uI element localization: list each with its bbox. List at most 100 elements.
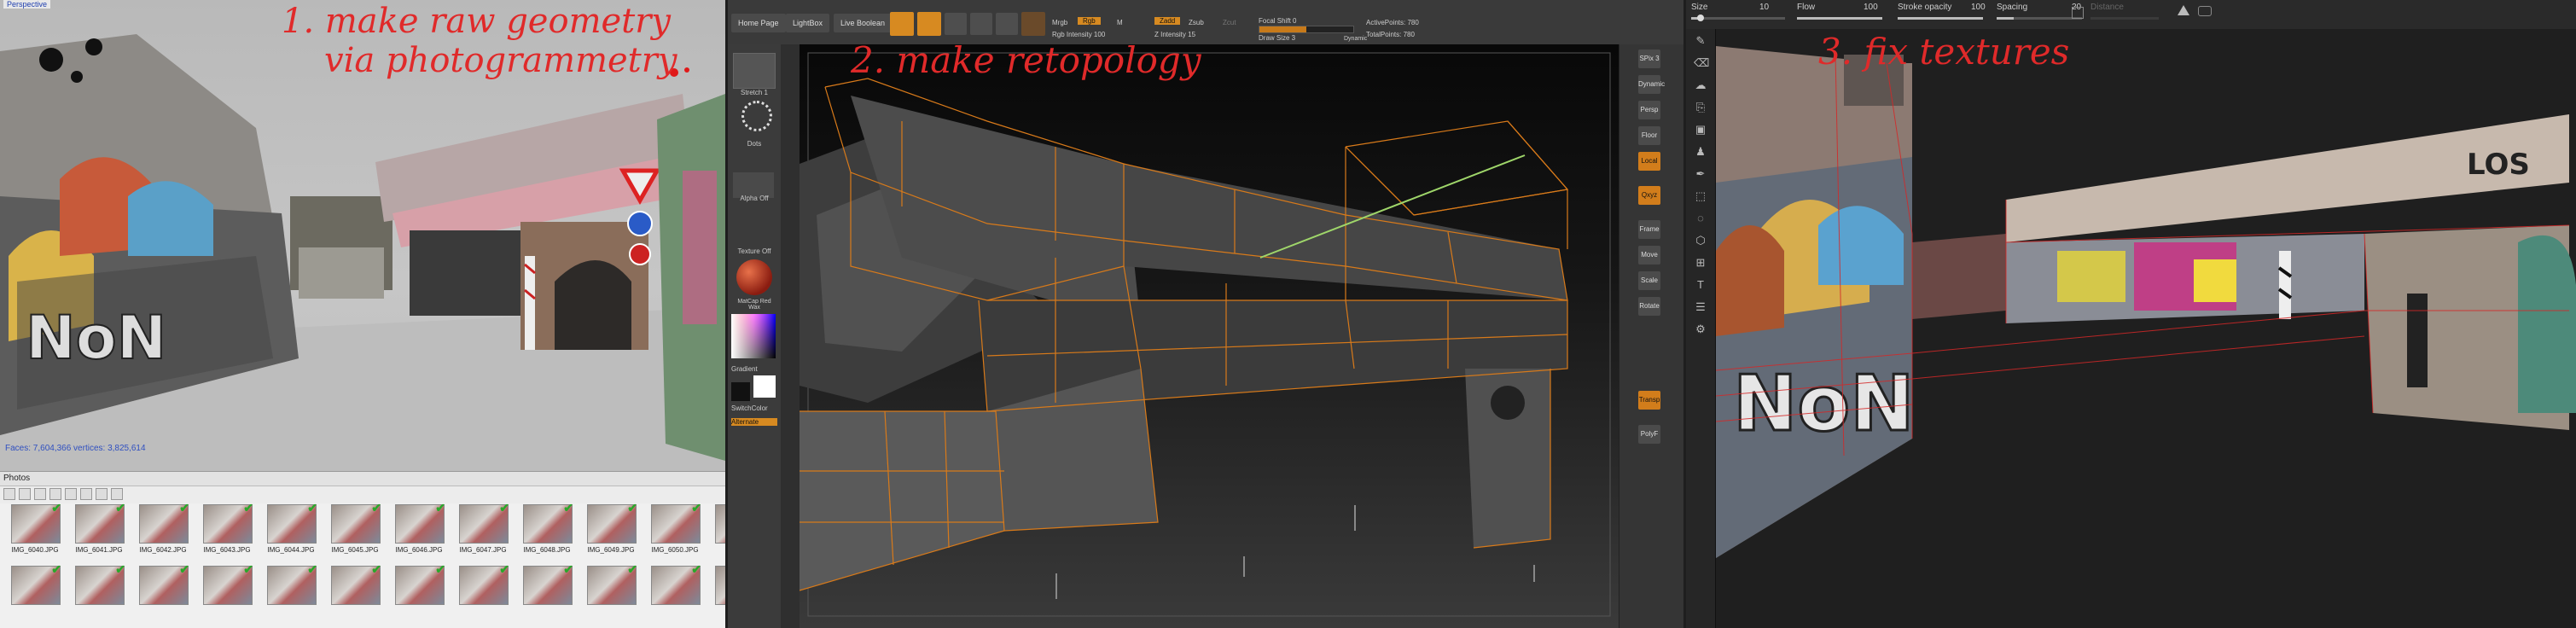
3d-viewport[interactable]: NoN Perspective 1. make raw geometry via… <box>0 0 725 471</box>
focal-shift-slider[interactable]: Focal Shift 0 <box>1259 17 1296 25</box>
material-sphere-icon[interactable] <box>736 259 772 295</box>
dynamic-toggle[interactable]: Dynamic <box>1344 36 1367 42</box>
photo-thumbnail[interactable]: ✔ <box>71 562 127 622</box>
add-photo-icon[interactable] <box>3 488 15 500</box>
photo-thumbnail[interactable]: ✔ <box>455 562 511 622</box>
alternate-button[interactable]: Alternate <box>731 418 777 426</box>
picker-icon[interactable]: ✒ <box>1694 167 1707 181</box>
flow-slider[interactable]: Flow 100 <box>1797 3 1891 20</box>
mask-icon[interactable] <box>2198 6 2212 16</box>
texture-viewport[interactable]: NoN LOS 3. fix textures <box>1716 29 2576 628</box>
polygon-icon[interactable]: ⬡ <box>1694 234 1707 247</box>
photo-thumbnail[interactable]: ✔ IMG_6046.JPG <box>391 501 447 561</box>
photo-thumbnail[interactable]: ✔ IMG_6050.JPG <box>647 501 703 561</box>
stroke-opacity-slider[interactable]: Stroke opacity 100 <box>1898 3 1990 20</box>
add-folder-icon[interactable] <box>19 488 31 500</box>
spix-button[interactable]: SPix 3 <box>1638 49 1660 68</box>
lazy-mouse-icon[interactable] <box>2072 7 2084 19</box>
photo-thumbnail[interactable]: ✔ <box>391 562 447 622</box>
home-page-button[interactable]: Home Page <box>731 14 786 32</box>
mrgb-toggle[interactable]: Mrgb <box>1052 19 1067 26</box>
live-boolean-button[interactable]: Live Boolean <box>834 14 893 32</box>
polyf-button[interactable]: PolyF <box>1638 425 1660 444</box>
move-button[interactable]: Move <box>1638 246 1660 265</box>
lasso-icon[interactable]: ◌ <box>1694 212 1707 225</box>
lightbox-button[interactable]: LightBox <box>786 14 830 32</box>
edit-mode-icon[interactable] <box>890 12 914 36</box>
photo-thumbnail[interactable]: ✔ <box>327 562 383 622</box>
draw-size-slider[interactable]: Draw Size 3 <box>1259 34 1295 42</box>
dots-stroke-icon[interactable] <box>741 101 772 131</box>
local-button[interactable]: Local <box>1638 152 1660 171</box>
photo-thumbnail[interactable]: ✔ IMG_6042.JPG <box>135 501 191 561</box>
transp-button[interactable]: Transp <box>1638 391 1660 410</box>
photo-thumbnail[interactable]: ✔ <box>647 562 703 622</box>
remove-icon[interactable] <box>34 488 46 500</box>
zadd-toggle[interactable]: Zadd <box>1154 17 1181 25</box>
settings-icon[interactable]: ⚙ <box>1694 323 1707 336</box>
ruler-icon[interactable]: ⊞ <box>1694 256 1707 270</box>
photo-thumbnail[interactable]: ✔IMG_ <box>711 504 725 561</box>
primary-color-swatch[interactable] <box>731 382 750 401</box>
brush-preview-icon[interactable] <box>733 53 776 89</box>
photo-thumbnail[interactable]: ✔ IMG_6040.JPG <box>7 501 63 561</box>
sort-icon[interactable] <box>96 488 108 500</box>
photo-filename: IMG_6046.JPG <box>395 546 443 554</box>
layers-icon[interactable]: ☰ <box>1694 300 1707 314</box>
photo-thumbnail[interactable]: ✔ <box>135 562 191 622</box>
size-slider[interactable]: Size 10 <box>1691 3 1794 21</box>
color-picker[interactable] <box>731 314 776 358</box>
scale-button[interactable]: Scale <box>1638 271 1660 290</box>
photo-thumbnail[interactable]: ✔ <box>7 562 63 622</box>
secondary-color-swatch[interactable] <box>753 375 776 398</box>
photo-thumbnail[interactable]: ✔ <box>519 562 575 622</box>
sculpt-canvas[interactable]: 2. make retopology <box>800 44 1619 628</box>
spacing-label: Spacing <box>1997 3 2028 12</box>
photo-thumbnail[interactable]: ✔ IMG_6049.JPG <box>583 501 639 561</box>
draw-mode-icon[interactable] <box>917 12 941 36</box>
stamp-icon[interactable]: ♟ <box>1694 145 1707 159</box>
filter-icon[interactable] <box>111 488 123 500</box>
photo-thumbnail[interactable]: ✔ <box>199 562 255 622</box>
qxyz-button[interactable]: Qxyz <box>1638 186 1660 205</box>
photo-thumbnail[interactable]: ✔ IMG_6044.JPG <box>263 501 319 561</box>
rotate-button[interactable]: Rotate <box>1638 297 1660 316</box>
view-grid-icon[interactable] <box>65 488 77 500</box>
eraser-icon[interactable]: ⌫ <box>1694 56 1709 70</box>
z-intensity-slider[interactable]: Z Intensity 15 <box>1154 31 1195 38</box>
check-icon: ✔ <box>499 501 509 515</box>
symmetry-icon[interactable] <box>2178 5 2189 15</box>
focal-shift-bar[interactable] <box>1259 26 1354 33</box>
zsub-toggle[interactable]: Zsub <box>1189 19 1204 26</box>
dynamic-button[interactable]: Dynamic <box>1638 75 1665 94</box>
scale-mode-icon[interactable] <box>970 13 992 35</box>
rgb-toggle[interactable]: Rgb <box>1078 17 1101 25</box>
text-icon[interactable]: T <box>1694 278 1707 292</box>
switch-color-label[interactable]: SwitchColor <box>731 404 777 412</box>
floor-button[interactable]: Floor <box>1638 126 1660 145</box>
move-mode-icon[interactable] <box>945 13 967 35</box>
fill-icon[interactable]: ▣ <box>1694 123 1707 137</box>
rgb-intensity-slider[interactable]: Rgb Intensity 100 <box>1052 31 1105 38</box>
photo-thumbnail[interactable]: ✔ <box>583 562 639 622</box>
photo-thumbnail[interactable]: ✔ <box>263 562 319 622</box>
smudge-icon[interactable]: ☁ <box>1694 78 1707 92</box>
clone-icon[interactable]: ⎘ <box>1694 101 1707 114</box>
persp-button[interactable]: Persp <box>1638 101 1660 119</box>
frame-button[interactable]: Frame <box>1638 220 1660 239</box>
material-sphere-icon[interactable] <box>1021 12 1045 36</box>
distance-slider[interactable]: Distance <box>2090 3 2159 20</box>
photo-thumbnail[interactable]: ✔ IMG_6045.JPG <box>327 501 383 561</box>
zcut-toggle[interactable]: Zcut <box>1223 19 1236 26</box>
photo-thumbnail[interactable]: ✔ IMG_6043.JPG <box>199 501 255 561</box>
photo-thumbnail[interactable]: ✔ IMG_6048.JPG <box>519 501 575 561</box>
rotate-mode-icon[interactable] <box>996 13 1018 35</box>
photo-thumbnail[interactable]: ✔ IMG_6047.JPG <box>455 501 511 561</box>
view-large-icon[interactable] <box>80 488 92 500</box>
brush-icon[interactable]: ✎ <box>1694 34 1707 48</box>
photo-thumbnail[interactable]: ✔ <box>711 566 725 622</box>
selection-icon[interactable]: ⬚ <box>1694 189 1707 203</box>
view-list-icon[interactable] <box>49 488 61 500</box>
photo-thumbnail[interactable]: ✔ IMG_6041.JPG <box>71 501 127 561</box>
m-toggle[interactable]: M <box>1117 19 1123 26</box>
